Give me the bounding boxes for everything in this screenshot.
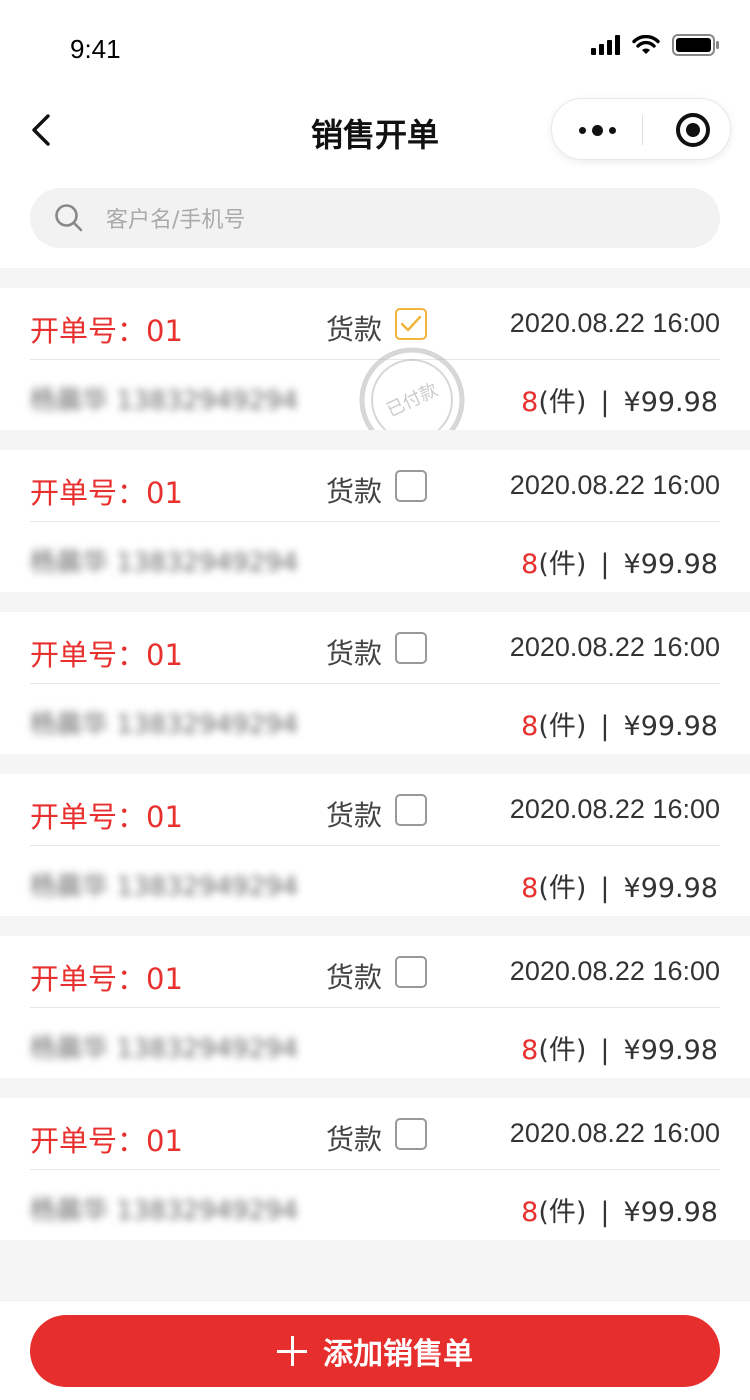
quantity: 8 xyxy=(521,1197,539,1228)
order-date: 2020.08.22 16:00 xyxy=(509,1118,720,1148)
order-summary: 8(件) | ¥99.98 xyxy=(521,1028,718,1067)
summary-separator: | xyxy=(600,711,610,742)
order-date: 2020.08.22 16:00 xyxy=(509,470,720,500)
order-header-row: 开单号：01 货款 2020.08.22 16:00 xyxy=(30,612,720,684)
payment-label: 货款 xyxy=(326,475,383,508)
payment-checkbox[interactable] xyxy=(395,794,427,826)
order-number: 开单号：01 xyxy=(30,638,183,672)
customer-info: 杨晨华 13832949294 xyxy=(30,548,299,578)
payment-label: 货款 xyxy=(326,961,383,994)
quantity: 8 xyxy=(521,387,539,418)
summary-separator: | xyxy=(600,549,610,580)
order-date: 2020.08.22 16:00 xyxy=(509,794,720,824)
order-amount: ¥99.98 xyxy=(623,1035,718,1066)
order-amount: ¥99.98 xyxy=(623,711,718,742)
payment-label: 货款 xyxy=(326,637,383,670)
search-placeholder: 客户名/手机号 xyxy=(106,208,246,233)
battery-icon xyxy=(672,34,720,56)
order-card[interactable]: 开单号：01 货款 2020.08.22 16:00 杨晨华 138329492… xyxy=(0,774,750,916)
payment-label: 货款 xyxy=(326,313,383,346)
search-icon xyxy=(55,204,83,232)
order-number: 开单号：01 xyxy=(30,314,183,348)
customer-info: 杨晨华 13832949294 xyxy=(30,1196,299,1226)
bottom-bar: 添加销售单 xyxy=(0,1300,750,1400)
navigation-bar: 销售开单 xyxy=(0,88,750,178)
status-time: 9:41 xyxy=(70,34,121,64)
status-bar: 9:41 xyxy=(0,0,750,88)
customer-info: 杨晨华 13832949294 xyxy=(30,386,299,416)
add-sales-order-button[interactable]: 添加销售单 xyxy=(30,1315,720,1387)
order-summary: 8(件) | ¥99.98 xyxy=(521,542,718,581)
plus-icon xyxy=(277,1336,307,1366)
quantity: 8 xyxy=(521,873,539,904)
signal-icon xyxy=(591,35,620,55)
order-summary: 8(件) | ¥99.98 xyxy=(521,704,718,743)
customer-info: 杨晨华 13832949294 xyxy=(30,1034,299,1064)
order-date: 2020.08.22 16:00 xyxy=(509,956,720,986)
customer-info: 杨晨华 13832949294 xyxy=(30,872,299,902)
order-summary: 8(件) | ¥99.98 xyxy=(521,1190,718,1229)
add-sales-order-label: 添加销售单 xyxy=(323,1337,473,1372)
summary-separator: | xyxy=(600,1197,610,1228)
order-date: 2020.08.22 16:00 xyxy=(509,632,720,662)
quantity-unit: (件) xyxy=(538,711,587,742)
order-summary: 8(件) | ¥99.98 xyxy=(521,866,718,905)
order-detail-row: 杨晨华 13832949294 8(件) | ¥99.98 xyxy=(30,1008,720,1078)
payment-checkbox[interactable] xyxy=(395,956,427,988)
quantity: 8 xyxy=(521,549,539,580)
mini-program-capsule xyxy=(551,98,731,160)
payment-checkbox[interactable] xyxy=(395,632,427,664)
order-detail-row: 杨晨华 13832949294 8(件) | ¥99.98 xyxy=(30,522,720,592)
close-mini-program-icon[interactable] xyxy=(676,113,710,147)
order-date: 2020.08.22 16:00 xyxy=(509,308,720,338)
order-number: 开单号：01 xyxy=(30,800,183,834)
paid-stamp-text: 已付款 xyxy=(383,380,441,422)
quantity-unit: (件) xyxy=(538,549,587,580)
order-amount: ¥99.98 xyxy=(623,873,718,904)
status-icons xyxy=(591,34,720,56)
order-card[interactable]: 开单号：01 货款 2020.08.22 16:00 杨晨华 138329492… xyxy=(0,288,750,430)
order-header-row: 开单号：01 货款 2020.08.22 16:00 xyxy=(30,450,720,522)
order-detail-row: 杨晨华 13832949294 8(件) | ¥99.98 xyxy=(30,684,720,754)
order-header-row: 开单号：01 货款 2020.08.22 16:00 xyxy=(30,774,720,846)
quantity: 8 xyxy=(521,711,539,742)
order-detail-row: 杨晨华 13832949294 8(件) | ¥99.98 xyxy=(30,1170,720,1240)
order-card[interactable]: 开单号：01 货款 2020.08.22 16:00 杨晨华 138329492… xyxy=(0,1098,750,1240)
order-summary: 8(件) | ¥99.98 xyxy=(521,380,718,419)
payment-checkbox[interactable] xyxy=(395,1118,427,1150)
summary-separator: | xyxy=(600,387,610,418)
order-header-row: 开单号：01 货款 2020.08.22 16:00 xyxy=(30,936,720,1008)
customer-info: 杨晨华 13832949294 xyxy=(30,710,299,740)
payment-label: 货款 xyxy=(326,1123,383,1156)
more-icon[interactable] xyxy=(552,99,642,161)
payment-checkbox[interactable] xyxy=(395,470,427,502)
quantity: 8 xyxy=(521,1035,539,1066)
payment-label: 货款 xyxy=(326,799,383,832)
payment-checkbox[interactable] xyxy=(395,308,427,340)
paid-stamp: 已付款 xyxy=(359,347,465,430)
order-card[interactable]: 开单号：01 货款 2020.08.22 16:00 杨晨华 138329492… xyxy=(0,612,750,754)
order-amount: ¥99.98 xyxy=(623,1197,718,1228)
quantity-unit: (件) xyxy=(538,873,587,904)
order-number: 开单号：01 xyxy=(30,476,183,510)
quantity-unit: (件) xyxy=(538,387,587,418)
checkmark-icon xyxy=(400,315,422,332)
order-number: 开单号：01 xyxy=(30,1124,183,1158)
order-amount: ¥99.98 xyxy=(623,387,718,418)
quantity-unit: (件) xyxy=(538,1035,587,1066)
order-card[interactable]: 开单号：01 货款 2020.08.22 16:00 杨晨华 138329492… xyxy=(0,450,750,592)
capsule-divider xyxy=(642,115,643,145)
order-card[interactable]: 开单号：01 货款 2020.08.22 16:00 杨晨华 138329492… xyxy=(0,936,750,1078)
quantity-unit: (件) xyxy=(538,1197,587,1228)
order-number: 开单号：01 xyxy=(30,962,183,996)
summary-separator: | xyxy=(600,873,610,904)
order-detail-row: 杨晨华 13832949294 8(件) | ¥99.98 xyxy=(30,846,720,916)
wifi-icon xyxy=(632,34,660,56)
summary-separator: | xyxy=(600,1035,610,1066)
search-input[interactable]: 客户名/手机号 xyxy=(30,188,720,248)
order-amount: ¥99.98 xyxy=(623,549,718,580)
header-area: 9:41 销售开单 客户名/手机号 xyxy=(0,0,750,268)
order-header-row: 开单号：01 货款 2020.08.22 16:00 xyxy=(30,1098,720,1170)
